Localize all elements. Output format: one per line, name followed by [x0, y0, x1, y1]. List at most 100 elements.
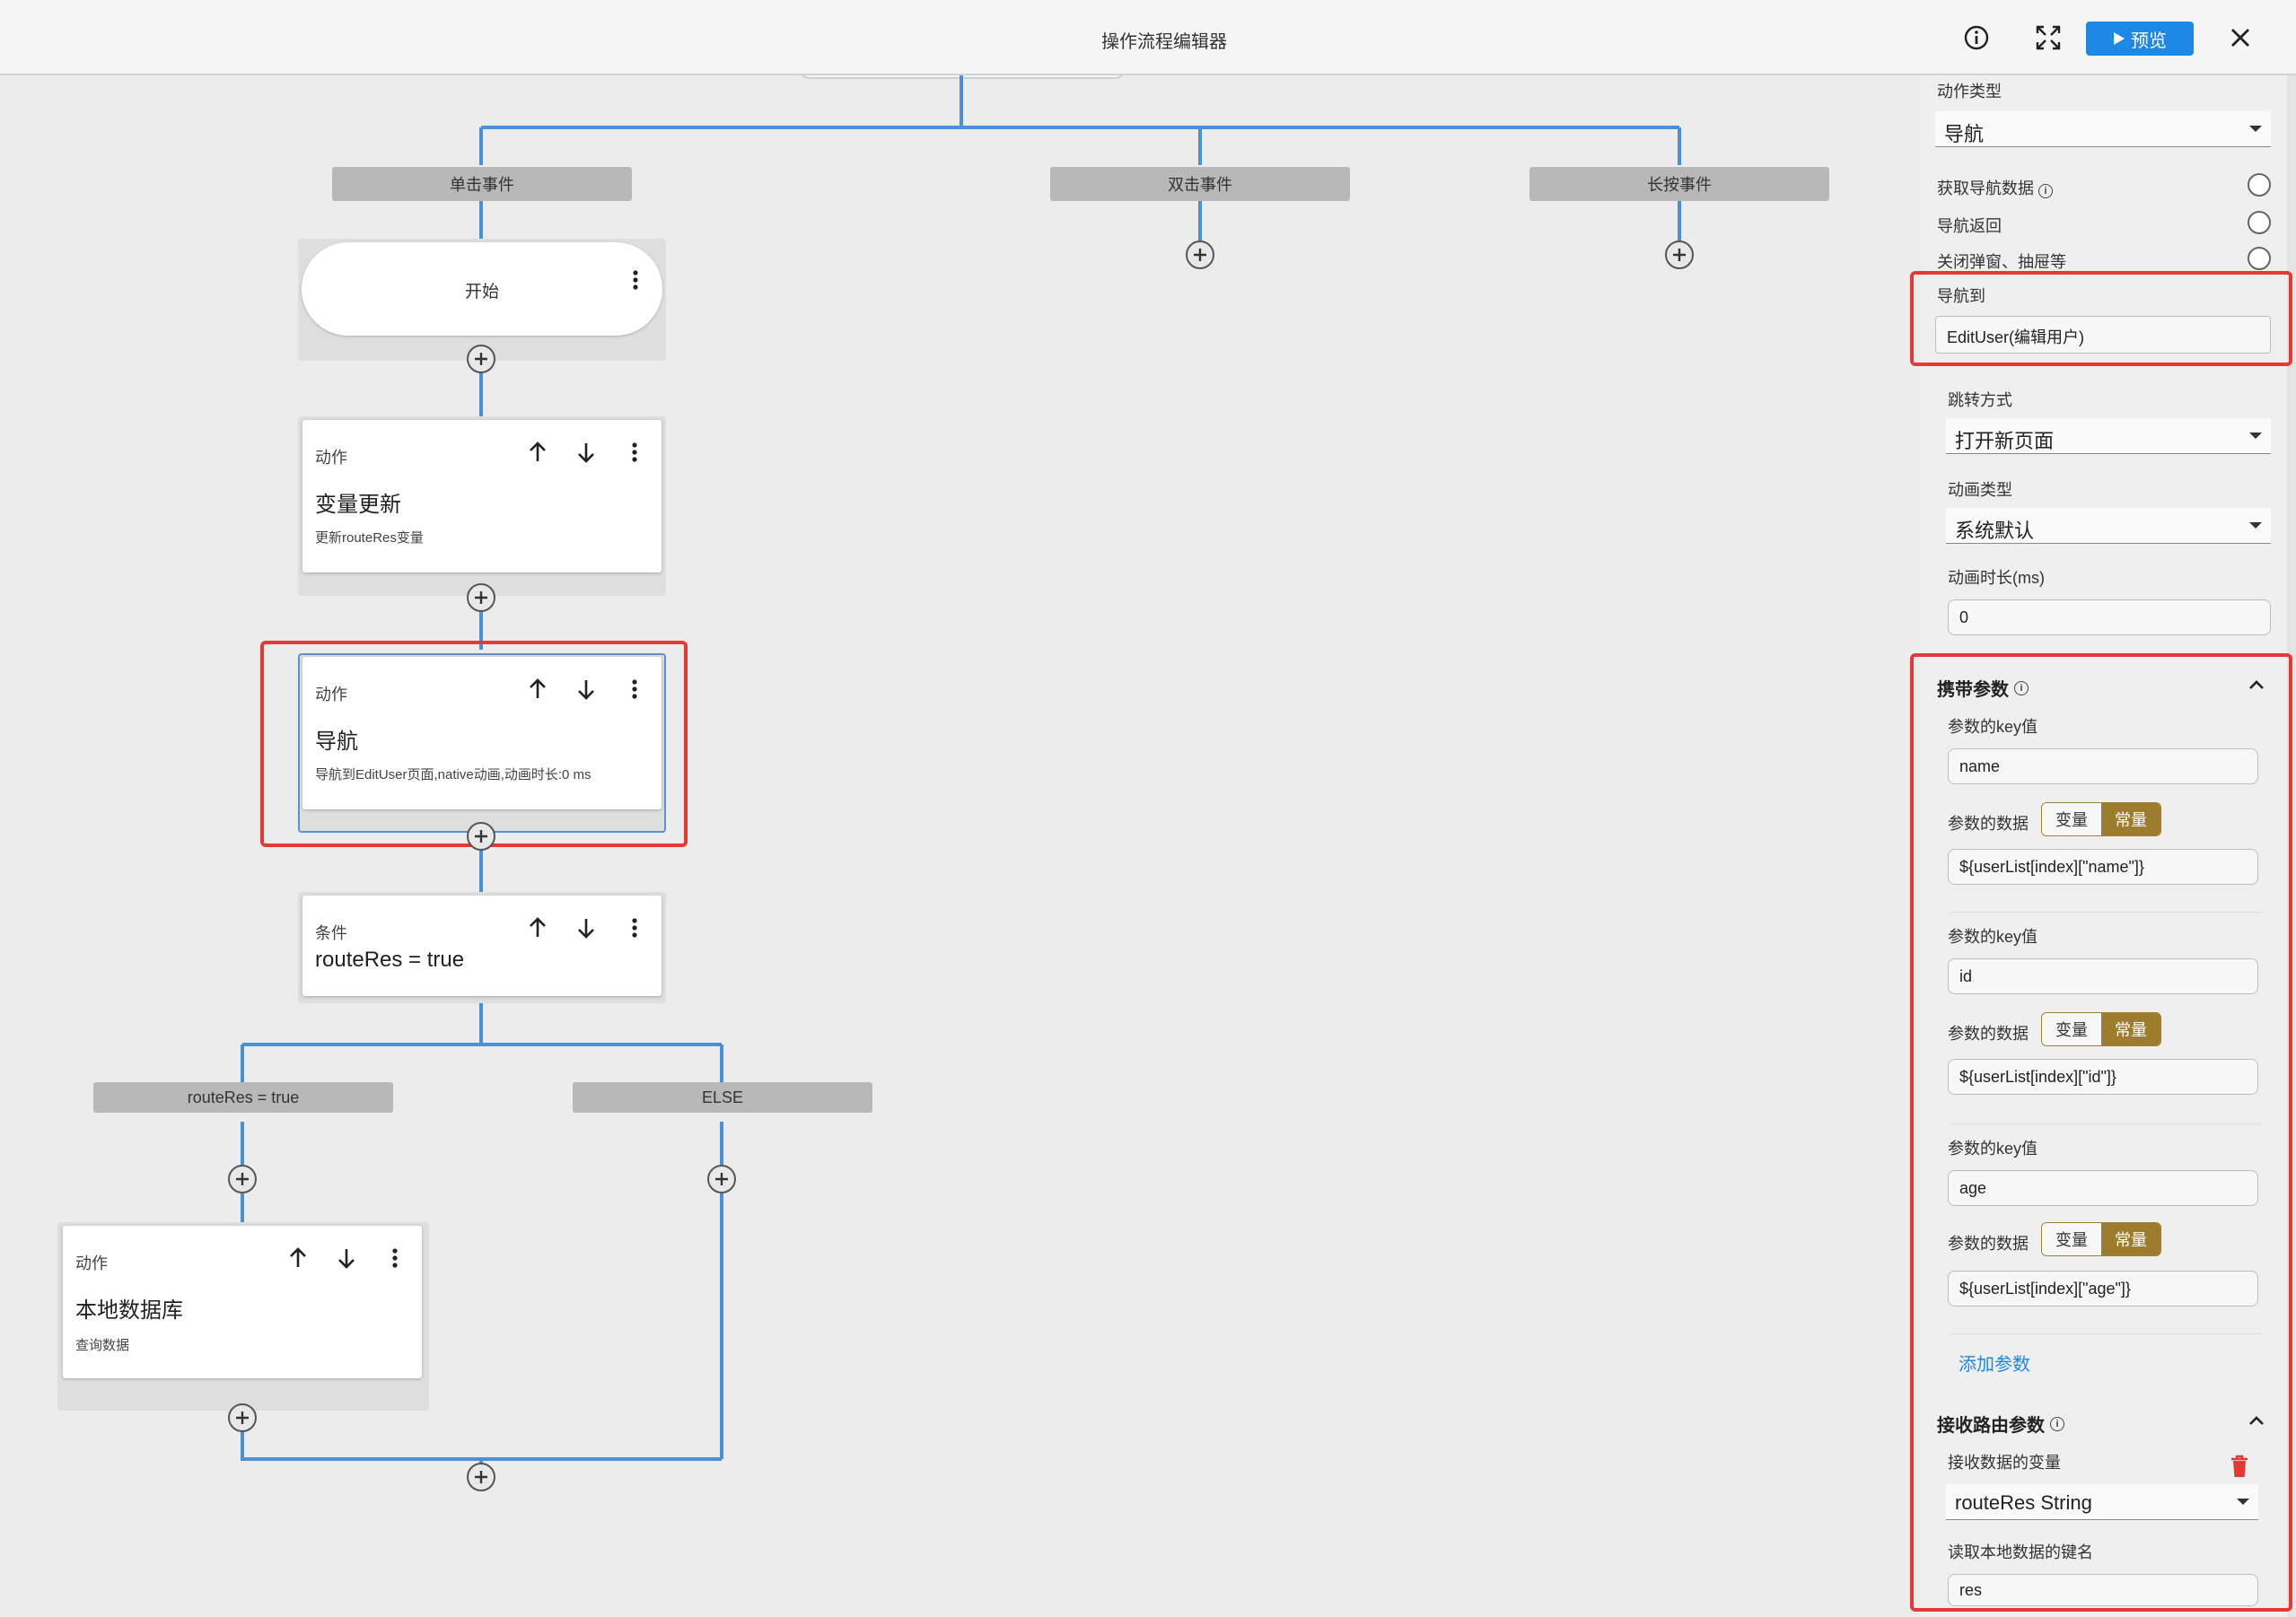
anim-type-select[interactable]: 系统默认	[1946, 508, 2271, 544]
add-step-button[interactable]	[707, 1165, 736, 1193]
chevron-up-icon[interactable]	[2246, 1411, 2267, 1432]
plus-icon	[475, 1471, 487, 1483]
info-icon[interactable]: i	[2014, 680, 2029, 695]
segment-constant[interactable]: 常量	[2101, 1013, 2160, 1045]
plus-icon	[475, 591, 487, 604]
jump-mode-value: 打开新页面	[1955, 430, 2055, 452]
fullscreen-icon[interactable]	[2032, 22, 2064, 54]
param-data-input[interactable]: ${userList[index]["id"]}	[1948, 1059, 2258, 1095]
nav-back-radio[interactable]	[2248, 211, 2271, 234]
add-step-button[interactable]	[467, 1463, 495, 1491]
start-node[interactable]: 开始	[302, 242, 662, 336]
info-icon[interactable]	[1960, 22, 1993, 54]
segment-variable[interactable]: 变量	[2042, 1223, 2101, 1255]
param-key-input[interactable]: age	[1948, 1170, 2258, 1206]
param-data-value: ${userList[index]["name"]}	[1959, 858, 2144, 876]
node-type-label: 条件	[315, 924, 347, 942]
plus-icon	[475, 353, 487, 365]
node-variable-update[interactable]: 动作 变量更新 更新routeRes变量	[302, 420, 662, 573]
add-step-button[interactable]	[228, 1165, 257, 1193]
param-data-type-toggle[interactable]: 变量 常量	[2041, 1222, 2161, 1256]
add-step-button[interactable]	[467, 822, 495, 851]
arrow-up-icon[interactable]	[521, 912, 554, 944]
divider	[1950, 1123, 2262, 1124]
param-data-input[interactable]: ${userList[index]["age"]}	[1948, 1271, 2258, 1307]
param-key-value: id	[1959, 967, 1973, 985]
arrow-down-icon[interactable]	[570, 436, 602, 468]
segment-constant[interactable]: 常量	[2101, 1223, 2160, 1255]
plus-icon	[236, 1412, 249, 1424]
add-step-button[interactable]	[228, 1403, 257, 1432]
add-step-button[interactable]	[467, 345, 495, 373]
caret-down-icon	[2237, 1499, 2249, 1505]
more-vert-icon[interactable]	[618, 436, 651, 468]
event-double-click-tag[interactable]: 双击事件	[1050, 167, 1350, 201]
params-section-title[interactable]: 携带参数 i	[1937, 675, 2029, 701]
plus-icon	[1673, 249, 1686, 261]
segment-variable[interactable]: 变量	[2042, 803, 2101, 835]
local-key-label: 读取本地数据的键名	[1948, 1543, 2093, 1561]
param-data-type-toggle[interactable]: 变量 常量	[2041, 802, 2161, 836]
info-icon[interactable]: i	[2038, 184, 2054, 198]
plus-icon	[475, 830, 487, 843]
node-title: routeRes = true	[315, 948, 465, 972]
receive-var-select[interactable]: routeRes String	[1946, 1484, 2258, 1520]
param-key-label: 参数的key值	[1948, 1140, 2038, 1158]
preview-button[interactable]: 预览	[2086, 22, 2194, 56]
arrow-up-icon[interactable]	[282, 1242, 314, 1274]
anim-duration-input[interactable]: 0	[1948, 599, 2271, 635]
local-key-value: res	[1959, 1581, 1983, 1599]
chevron-up-icon[interactable]	[2246, 675, 2267, 696]
anim-type-label: 动画类型	[1948, 481, 2012, 499]
segment-constant[interactable]: 常量	[2101, 803, 2160, 835]
add-step-button[interactable]	[1186, 240, 1214, 269]
close-icon[interactable]	[2224, 22, 2257, 54]
local-key-input[interactable]: res	[1948, 1574, 2258, 1606]
branch-true-tag[interactable]: routeRes = true	[93, 1082, 393, 1113]
param-key-input[interactable]: id	[1948, 958, 2258, 994]
param-key-value: age	[1959, 1179, 1987, 1197]
node-local-database[interactable]: 动作 本地数据库 查询数据	[63, 1226, 422, 1378]
get-nav-data-label: 获取导航数据 i	[1937, 176, 2054, 199]
segment-variable[interactable]: 变量	[2042, 1013, 2101, 1045]
divider	[1950, 912, 2262, 913]
node-title: 本地数据库	[75, 1298, 183, 1323]
action-type-select[interactable]: 导航	[1935, 111, 2271, 147]
flow-canvas[interactable]: 单击事件 双击事件 长按事件 开始 动作 变量更新 更新routeRes变量 动…	[0, 75, 1921, 1617]
arrow-down-icon[interactable]	[570, 912, 602, 944]
get-nav-data-radio[interactable]	[2248, 173, 2271, 197]
node-title: 变量更新	[315, 493, 401, 517]
play-icon	[2114, 32, 2125, 45]
branch-else-tag[interactable]: ELSE	[573, 1082, 872, 1113]
more-vert-icon[interactable]	[618, 912, 651, 944]
caret-down-icon	[2249, 126, 2262, 132]
jump-mode-label: 跳转方式	[1948, 391, 2012, 409]
param-data-label: 参数的数据	[1948, 1025, 2029, 1043]
arrow-down-icon[interactable]	[330, 1242, 363, 1274]
nav-to-value: EditUser(编辑用户)	[1947, 328, 2085, 346]
param-data-input[interactable]: ${userList[index]["name"]}	[1948, 849, 2258, 885]
plus-icon	[236, 1173, 249, 1185]
info-icon[interactable]: i	[2050, 1416, 2064, 1431]
nav-to-select[interactable]: EditUser(编辑用户)	[1935, 316, 2271, 354]
receive-section-title[interactable]: 接收路由参数 i	[1937, 1411, 2064, 1437]
add-param-link[interactable]: 添加参数	[1959, 1350, 2030, 1376]
jump-mode-select[interactable]: 打开新页面	[1946, 418, 2271, 454]
caret-down-icon	[2249, 433, 2262, 439]
nav-to-label: 导航到	[1937, 287, 1985, 305]
add-step-button[interactable]	[1665, 240, 1694, 269]
node-condition[interactable]: 条件 routeRes = true	[302, 896, 662, 996]
event-long-press-tag[interactable]: 长按事件	[1529, 167, 1829, 201]
close-popup-radio[interactable]	[2248, 247, 2271, 270]
event-click-tag[interactable]: 单击事件	[332, 167, 632, 201]
arrow-up-icon[interactable]	[521, 436, 554, 468]
param-key-input[interactable]: name	[1948, 748, 2258, 784]
delete-icon[interactable]	[2228, 1454, 2251, 1479]
more-vert-icon[interactable]	[379, 1242, 411, 1274]
param-data-type-toggle[interactable]: 变量 常量	[2041, 1012, 2161, 1046]
add-step-button[interactable]	[467, 583, 495, 612]
more-vert-icon[interactable]	[632, 269, 639, 295]
receive-title-text: 接收路由参数	[1937, 1416, 2045, 1436]
nav-back-label: 导航返回	[1937, 217, 2002, 235]
node-description: 更新routeRes变量	[315, 530, 424, 546]
